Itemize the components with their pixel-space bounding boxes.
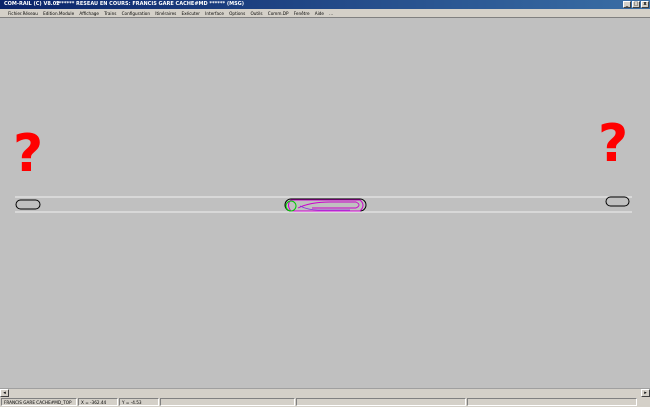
menu-outils[interactable]: Outils	[248, 11, 265, 16]
status-x-coordinate: X = -362.44	[78, 398, 118, 406]
menu-bar: Fichier.Réseau Edition.Module Affichage …	[0, 9, 650, 17]
menu-configuration[interactable]: Configuration	[119, 11, 153, 16]
center-station-outline	[284, 198, 367, 212]
route-start-marker	[285, 200, 297, 212]
menu-fenetre[interactable]: Fenêtre	[291, 11, 312, 16]
right-station-loop[interactable]	[605, 196, 630, 207]
menu-comm-dp[interactable]: Comm.DP	[265, 11, 291, 16]
status-panel-5	[296, 398, 466, 406]
horizontal-scrollbar[interactable]: ◂ ▸	[0, 388, 650, 397]
status-network-name: FRANCIS GARE CACHE#MD_TOP	[1, 398, 77, 406]
scroll-left-arrow[interactable]: ◂	[0, 389, 9, 397]
status-panel-6	[467, 398, 637, 406]
window-controls: _ □ x	[623, 1, 649, 8]
maximize-button[interactable]: □	[632, 1, 640, 8]
center-station[interactable]	[284, 198, 367, 212]
menu-trains[interactable]: Trains	[102, 11, 119, 16]
minimize-button[interactable]: _	[623, 1, 631, 8]
app-title: COM-RAIL (C) V8.02	[4, 1, 60, 7]
right-question-mark: ?	[598, 114, 629, 174]
scroll-right-arrow[interactable]: ▸	[641, 389, 650, 397]
status-bar: FRANCIS GARE CACHE#MD_TOP X = -362.44 Y …	[0, 397, 650, 407]
menu-options[interactable]: Options	[227, 11, 248, 16]
menu-interface[interactable]: Interface	[203, 11, 227, 16]
menu-affichage[interactable]: Affichage	[77, 11, 102, 16]
close-button[interactable]: x	[641, 1, 649, 8]
left-station-loop[interactable]	[15, 199, 41, 210]
center-route-inner	[297, 201, 360, 209]
status-y-coordinate: Y = -4.53	[119, 398, 159, 406]
menu-aide[interactable]: Aide	[312, 11, 326, 16]
menu-more[interactable]: ...	[327, 11, 336, 16]
menu-edition[interactable]: Edition.Module	[41, 11, 77, 16]
track-layout-svg	[15, 196, 632, 213]
left-question-mark: ?	[13, 124, 44, 184]
menu-executer[interactable]: Exécuter	[179, 11, 203, 16]
track-canvas[interactable]: ? ?	[0, 17, 650, 388]
status-panel-4	[160, 398, 295, 406]
document-title: ******* RESEAU EN COURS: FRANCIS GARE CA…	[56, 1, 245, 7]
menu-itineraires[interactable]: Itinéraires	[153, 11, 179, 16]
title-bar: COM-RAIL (C) V8.02 ******* RESEAU EN COU…	[0, 0, 650, 9]
menu-fichier[interactable]: Fichier.Réseau	[0, 11, 41, 16]
